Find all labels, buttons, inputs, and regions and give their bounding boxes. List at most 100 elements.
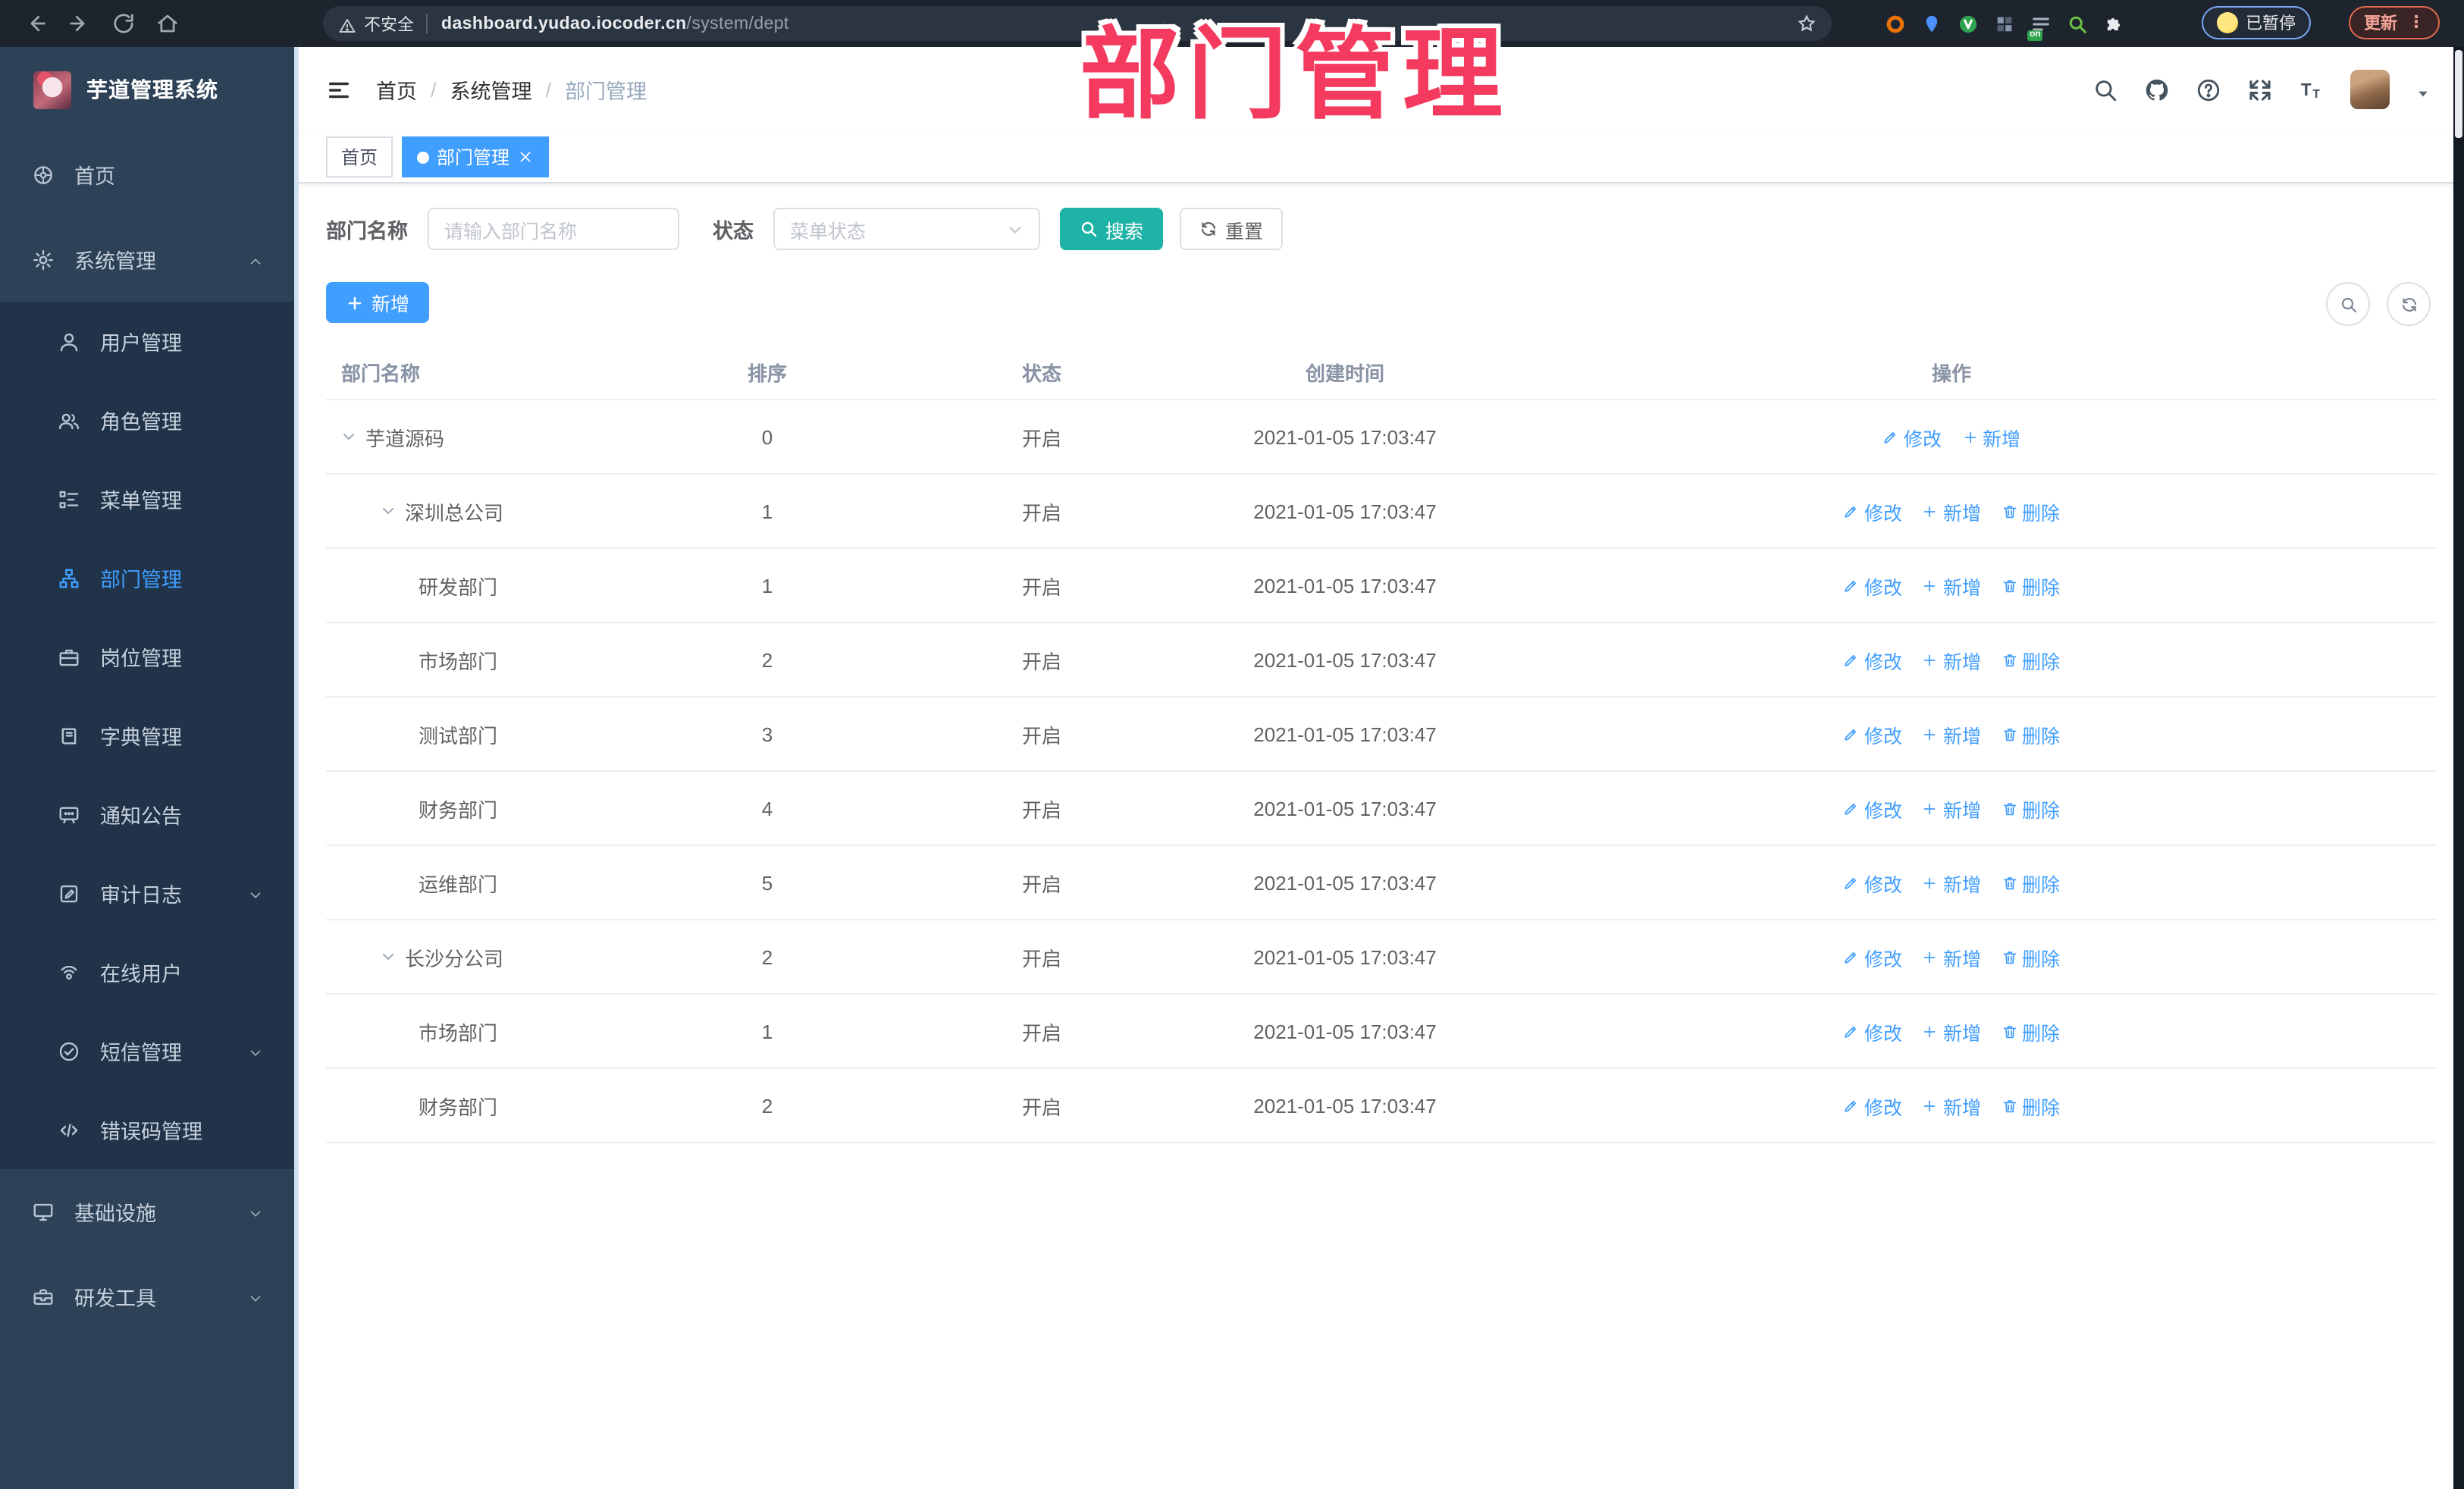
action-修改[interactable]: 修改	[1882, 422, 1942, 451]
reload-icon[interactable]	[112, 12, 135, 35]
action-修改[interactable]: 修改	[1843, 571, 1902, 600]
action-修改[interactable]: 修改	[1843, 1091, 1902, 1120]
page-url[interactable]: dashboard.yudao.iocoder.cn/system/dept	[441, 14, 789, 33]
sidebar-item-9[interactable]: 审计日志	[0, 854, 294, 933]
sidebar-item-10[interactable]: 在线用户	[0, 933, 294, 1011]
expand-arrow-icon[interactable]	[379, 502, 397, 520]
fullscreen-icon[interactable]	[2247, 77, 2273, 102]
action-删除[interactable]: 删除	[2001, 794, 2060, 823]
address-bar[interactable]: 不安全 dashboard.yudao.iocoder.cn/system/de…	[323, 6, 1832, 41]
tag-首页[interactable]: 首页	[326, 136, 393, 177]
puzzle-extension-icon[interactable]	[2103, 13, 2124, 34]
actions-cell: 修改 新增 删除	[1466, 645, 2437, 674]
action-修改[interactable]: 修改	[1843, 719, 1902, 748]
action-修改[interactable]: 修改	[1843, 794, 1902, 823]
action-删除[interactable]: 删除	[2001, 571, 2060, 600]
sidebar-item-12[interactable]: 错误码管理	[0, 1090, 294, 1169]
action-新增[interactable]: 新增	[1922, 645, 1981, 674]
action-新增[interactable]: 新增	[1922, 1017, 1981, 1045]
scrollbar-thumb[interactable]	[2455, 50, 2462, 138]
list-extension-icon[interactable]: on	[2027, 13, 2052, 40]
font-size-icon[interactable]: TT	[2299, 77, 2324, 102]
action-新增[interactable]: 新增	[1922, 1091, 1981, 1120]
svg-text:T: T	[2312, 87, 2320, 100]
magnifier-extension-icon[interactable]	[2067, 13, 2088, 34]
sidebar-item-14[interactable]: 研发工具	[0, 1254, 294, 1339]
sidebar-item-11[interactable]: 短信管理	[0, 1011, 294, 1090]
sidebar-item-4[interactable]: 菜单管理	[0, 459, 294, 538]
action-删除[interactable]: 删除	[2001, 497, 2060, 525]
action-修改[interactable]: 修改	[1843, 497, 1902, 525]
action-删除[interactable]: 删除	[2001, 1091, 2060, 1120]
breadcrumb-home[interactable]: 首页	[376, 74, 417, 105]
expand-arrow-icon[interactable]	[379, 948, 397, 966]
action-删除[interactable]: 删除	[2001, 645, 2060, 674]
github-icon[interactable]	[2144, 77, 2170, 102]
action-删除[interactable]: 删除	[2001, 868, 2060, 897]
action-新增[interactable]: 新增	[1922, 497, 1981, 525]
action-删除[interactable]: 删除	[2001, 1017, 2060, 1045]
sidebar-scrollbar[interactable]	[294, 47, 299, 1489]
sidebar-item-0[interactable]: 首页	[0, 132, 294, 217]
sort-cell: 1	[761, 500, 773, 522]
action-新增[interactable]: 新增	[1922, 868, 1981, 897]
dept-name-cell: 财务部门	[419, 1096, 498, 1118]
toggle-search-button[interactable]	[2326, 282, 2370, 326]
action-修改[interactable]: 修改	[1843, 1017, 1902, 1045]
reset-button[interactable]: 重置	[1180, 208, 1284, 250]
browser-update-button[interactable]: 更新 ⋮	[2349, 6, 2440, 39]
sms-icon	[58, 1039, 80, 1062]
breadcrumb-system[interactable]: 系统管理	[450, 74, 532, 105]
sidebar-item-5[interactable]: 部门管理	[0, 538, 294, 617]
help-icon[interactable]	[2196, 77, 2221, 102]
action-修改[interactable]: 修改	[1843, 868, 1902, 897]
pin-extension-icon[interactable]	[1921, 13, 1942, 34]
sort-cell: 1	[761, 574, 773, 597]
action-新增[interactable]: 新增	[1922, 794, 1981, 823]
action-删除[interactable]: 删除	[2001, 942, 2060, 971]
sidebar-item-13[interactable]: 基础设施	[0, 1169, 294, 1254]
sidebar-item-3[interactable]: 角色管理	[0, 381, 294, 459]
delete-trash-icon	[2001, 726, 2017, 742]
dept-name-input[interactable]: 请输入部门名称	[428, 208, 679, 250]
extensions-row: on	[1885, 6, 2124, 41]
forward-icon[interactable]	[68, 12, 91, 35]
app-logo[interactable]: 芋道管理系统	[0, 47, 294, 132]
column-header-4: 操作	[1931, 362, 1971, 384]
action-新增[interactable]: 新增	[1961, 422, 2020, 451]
close-tag-icon[interactable]	[517, 149, 534, 165]
action-修改[interactable]: 修改	[1843, 942, 1902, 971]
browser-menu-icon[interactable]: ⋮	[2408, 14, 2425, 31]
home-icon[interactable]	[156, 12, 179, 35]
security-label[interactable]: 不安全	[364, 11, 414, 36]
back-icon[interactable]	[24, 12, 47, 35]
refresh-table-button[interactable]	[2387, 282, 2431, 326]
user-avatar[interactable]	[2350, 70, 2390, 109]
avatar-caret-down-icon[interactable]	[2415, 82, 2431, 97]
v-extension-icon[interactable]	[1958, 13, 1979, 34]
reset-button-icon	[1199, 220, 1218, 238]
table-row: 测试部门 3 开启 2021-01-05 17:03:47 修改 新增 删除	[326, 697, 2437, 772]
header-search-icon[interactable]	[2093, 77, 2118, 102]
page-scrollbar[interactable]	[2453, 47, 2464, 1489]
action-修改[interactable]: 修改	[1843, 645, 1902, 674]
sidebar-item-7[interactable]: 字典管理	[0, 696, 294, 775]
action-新增[interactable]: 新增	[1922, 942, 1981, 971]
bookmark-star-icon[interactable]	[1797, 14, 1817, 33]
search-button[interactable]: 搜索	[1060, 208, 1164, 250]
status-select[interactable]: 菜单状态	[773, 208, 1040, 250]
collapse-menu-icon[interactable]	[326, 77, 352, 102]
action-新增[interactable]: 新增	[1922, 719, 1981, 748]
grid-extension-icon[interactable]	[1994, 13, 2015, 34]
action-删除[interactable]: 删除	[2001, 719, 2060, 748]
tag-部门管理[interactable]: 部门管理	[402, 136, 550, 177]
profile-paused-button[interactable]: 已暂停	[2202, 6, 2311, 39]
action-新增[interactable]: 新增	[1922, 571, 1981, 600]
sidebar-item-6[interactable]: 岗位管理	[0, 617, 294, 696]
expand-arrow-icon[interactable]	[340, 428, 358, 446]
sidebar-item-2[interactable]: 用户管理	[0, 302, 294, 381]
add-dept-button[interactable]: 新增	[326, 282, 430, 323]
sidebar-item-8[interactable]: 通知公告	[0, 775, 294, 854]
shield-extension-icon[interactable]	[1885, 13, 1906, 34]
sidebar-item-1[interactable]: 系统管理	[0, 217, 294, 302]
